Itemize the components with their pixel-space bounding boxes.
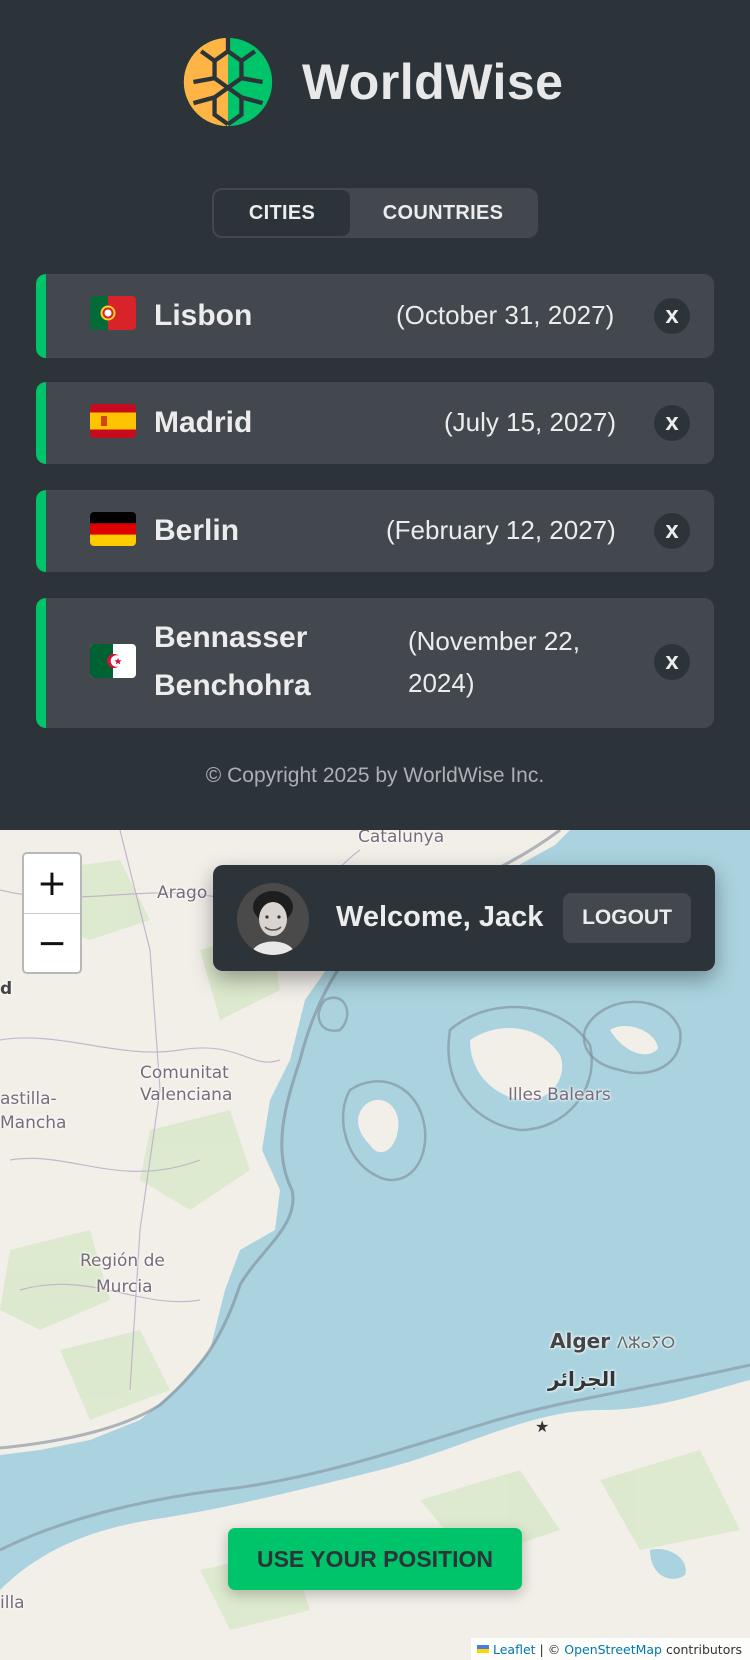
city-date: (July 15, 2027) [444, 407, 616, 437]
map-view[interactable]: ★ Catalunya Arago d Comunitat Valenciana… [0, 830, 750, 1660]
city-date: (November 22, 2024) [408, 626, 580, 698]
map-label-region-edge: d [0, 979, 13, 999]
map-label-alger-latin: Alger [550, 1329, 611, 1353]
app-name: WorldWise [302, 54, 564, 110]
zoom-control: + − [22, 852, 82, 974]
city-item-madrid[interactable]: Madrid (July 15, 2027) x [36, 382, 714, 464]
map-label-comunitat: Comunitat [140, 1063, 229, 1083]
zoom-in-button[interactable]: + [24, 854, 80, 913]
welcome-text: Welcome, Jack [336, 901, 544, 933]
sidebar-panel: WorldWise CITIES COUNTRIES Lisbon (Octob… [0, 0, 750, 830]
map-label-aragon: Arago [157, 883, 208, 903]
map-label-murcia: Murcia [96, 1277, 153, 1297]
use-your-position-button[interactable]: USE YOUR POSITION [228, 1528, 522, 1590]
avatar [237, 883, 309, 955]
copyright-footer: © Copyright 2025 by WorldWise Inc. [205, 764, 545, 787]
user-card: Welcome, Jack LOGOUT [213, 865, 715, 971]
map-label-castilla: astilla- [0, 1089, 57, 1109]
svg-text:★: ★ [535, 1417, 549, 1436]
city-date: (October 31, 2027) [396, 300, 615, 330]
city-name: Lisbon [154, 299, 253, 332]
delete-city-button[interactable]: x [654, 513, 690, 549]
city-name: Berlin [154, 514, 240, 547]
map-label-catalunya: Catalunya [358, 830, 445, 847]
map-label-alger-arabic: الجزائر [548, 1367, 617, 1391]
map-label-edge: illa [0, 1593, 25, 1613]
map-label-mancha: Mancha [0, 1113, 67, 1133]
tab-cities[interactable]: CITIES [214, 190, 350, 236]
city-name: Madrid [154, 406, 253, 439]
tab-countries[interactable]: COUNTRIES [350, 190, 536, 236]
map-label-illes-balears: Illes Balears [508, 1085, 611, 1105]
spain-flag-icon [90, 404, 136, 438]
delete-city-button[interactable]: x [654, 298, 690, 334]
city-item-berlin[interactable]: Berlin (February 12, 2027) x [36, 490, 714, 572]
city-name: Bennasser Benchohra [154, 621, 311, 702]
map-label-region-de: Región de [80, 1251, 165, 1271]
app-logo[interactable]: WorldWise [180, 32, 570, 132]
city-item-lisbon[interactable]: Lisbon (October 31, 2027) x [36, 274, 714, 358]
portugal-flag-icon [90, 296, 136, 330]
map-label-alger: Alger ⴷⵣⴰⵢⵔ [550, 1330, 675, 1354]
openstreetmap-link[interactable]: OpenStreetMap [564, 1642, 662, 1657]
ukraine-flag-icon [476, 1645, 489, 1653]
zoom-out-button[interactable]: − [24, 913, 80, 972]
leaflet-link[interactable]: Leaflet [493, 1642, 536, 1657]
delete-city-button[interactable]: x [654, 405, 690, 441]
delete-city-button[interactable]: x [654, 644, 690, 680]
globe-logo-icon [183, 37, 273, 127]
map-label-alger-tifinagh: ⴷⵣⴰⵢⵔ [617, 1333, 676, 1352]
algeria-flag-icon [90, 644, 136, 678]
germany-flag-icon [90, 512, 136, 546]
attribution-separator: | © [539, 1641, 561, 1657]
city-item-bennasser-benchohra[interactable]: Bennasser Benchohra (November 22, 2024) … [36, 598, 714, 728]
city-date: (February 12, 2027) [386, 515, 616, 545]
logout-button[interactable]: LOGOUT [563, 893, 691, 943]
map-label-valenciana: Valenciana [140, 1085, 233, 1105]
map-attribution: Leaflet | © OpenStreetMap contributors [470, 1638, 750, 1660]
attribution-contributors: contributors [665, 1641, 742, 1657]
tab-switcher: CITIES COUNTRIES [212, 188, 538, 238]
